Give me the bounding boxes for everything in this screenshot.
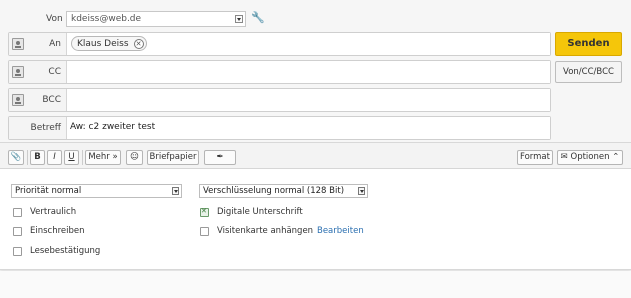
to-label: An xyxy=(49,39,61,49)
toolbar-separator xyxy=(27,150,28,165)
bearbeiten-link[interactable]: Bearbeiten xyxy=(317,226,364,236)
mehr-label: Mehr xyxy=(88,152,110,162)
einschreiben-label: Einschreiben xyxy=(30,226,85,236)
send-button[interactable]: Senden xyxy=(555,32,622,56)
bcc-label: BCC xyxy=(42,95,61,105)
bcc-label-cell: BCC xyxy=(9,89,67,111)
address-book-icon[interactable] xyxy=(12,66,24,78)
envelope-icon: ✉ xyxy=(560,152,568,162)
bcc-row: BCC xyxy=(8,88,551,112)
chevron-down-icon xyxy=(358,187,365,195)
to-input[interactable]: Klaus Deiss ✕ xyxy=(67,33,550,55)
briefpapier-button[interactable]: Briefpapier xyxy=(147,150,199,165)
recipient-name: Klaus Deiss xyxy=(77,39,129,49)
cc-label: CC xyxy=(48,67,61,77)
wrench-icon[interactable]: 🔧 xyxy=(251,11,265,24)
encryption-value: Verschlüsselung normal (128 Bit) xyxy=(203,186,345,196)
von-cc-bcc-button[interactable]: Von/CC/BCC xyxy=(555,61,622,83)
to-label-cell: An xyxy=(9,33,67,55)
editor-toolbar: 📎 B I U Mehr » ☺ Briefpapier ✒ Format ✉ … xyxy=(0,147,631,169)
chevron-down-icon[interactable] xyxy=(235,15,243,23)
encryption-select[interactable]: Verschlüsselung normal (128 Bit) xyxy=(199,184,368,198)
from-label: Von xyxy=(46,14,63,24)
priority-value: Priorität normal xyxy=(15,186,82,196)
subject-label-cell: Betreff xyxy=(9,117,67,139)
options-panel: Priorität normal Verschlüsselung normal … xyxy=(0,169,631,270)
cc-input[interactable] xyxy=(67,61,550,83)
mehr-button[interactable]: Mehr » xyxy=(85,150,121,165)
priority-select[interactable]: Priorität normal xyxy=(11,184,182,198)
digitale-unterschrift-label: Digitale Unterschrift xyxy=(217,207,303,217)
subject-input[interactable]: Aw: c2 zweiter test xyxy=(67,117,550,139)
italic-button[interactable]: I xyxy=(47,150,62,165)
optionen-button[interactable]: ✉ Optionen ⌃ xyxy=(557,150,623,165)
double-chevron-down-icon: » xyxy=(112,152,118,162)
visitenkarte-label: Visitenkarte anhängen xyxy=(217,226,314,236)
message-body[interactable] xyxy=(0,271,631,298)
from-value: kdeiss@web.de xyxy=(71,14,142,24)
vertraulich-checkbox[interactable] xyxy=(13,208,22,217)
subject-row: Betreff Aw: c2 zweiter test xyxy=(8,116,551,140)
lesebestaetigung-checkbox[interactable] xyxy=(13,247,22,256)
underline-button[interactable]: U xyxy=(64,150,79,165)
paperclip-icon[interactable]: 📎 xyxy=(8,150,24,165)
double-chevron-up-icon: ⌃ xyxy=(612,152,620,162)
visitenkarte-checkbox[interactable] xyxy=(200,227,209,236)
toolbar-separator xyxy=(82,150,83,165)
cc-label-cell: CC xyxy=(9,61,67,83)
compose-header: Von kdeiss@web.de 🔧 An Klaus Deiss ✕ CC … xyxy=(0,0,631,143)
from-select[interactable]: kdeiss@web.de xyxy=(66,11,246,27)
bcc-input[interactable] xyxy=(67,89,550,111)
remove-recipient-icon[interactable]: ✕ xyxy=(133,39,144,49)
signature-pen-icon[interactable]: ✒ xyxy=(204,150,236,165)
subject-value: Aw: c2 zweiter test xyxy=(70,122,156,132)
to-row: An Klaus Deiss ✕ xyxy=(8,32,551,56)
optionen-label: Optionen xyxy=(570,152,610,162)
vertraulich-label: Vertraulich xyxy=(30,207,77,217)
cc-row: CC xyxy=(8,60,551,84)
address-book-icon[interactable] xyxy=(12,38,24,50)
subject-label: Betreff xyxy=(30,123,61,133)
chevron-down-icon xyxy=(172,187,179,195)
smiley-icon[interactable]: ☺ xyxy=(126,150,143,165)
digitale-unterschrift-checkbox[interactable] xyxy=(200,207,209,217)
lesebestaetigung-label: Lesebestätigung xyxy=(30,246,101,256)
recipient-chip[interactable]: Klaus Deiss ✕ xyxy=(71,36,147,51)
einschreiben-checkbox[interactable] xyxy=(13,227,22,236)
format-button[interactable]: Format xyxy=(517,150,553,165)
address-book-icon[interactable] xyxy=(12,94,24,106)
bold-button[interactable]: B xyxy=(30,150,45,165)
